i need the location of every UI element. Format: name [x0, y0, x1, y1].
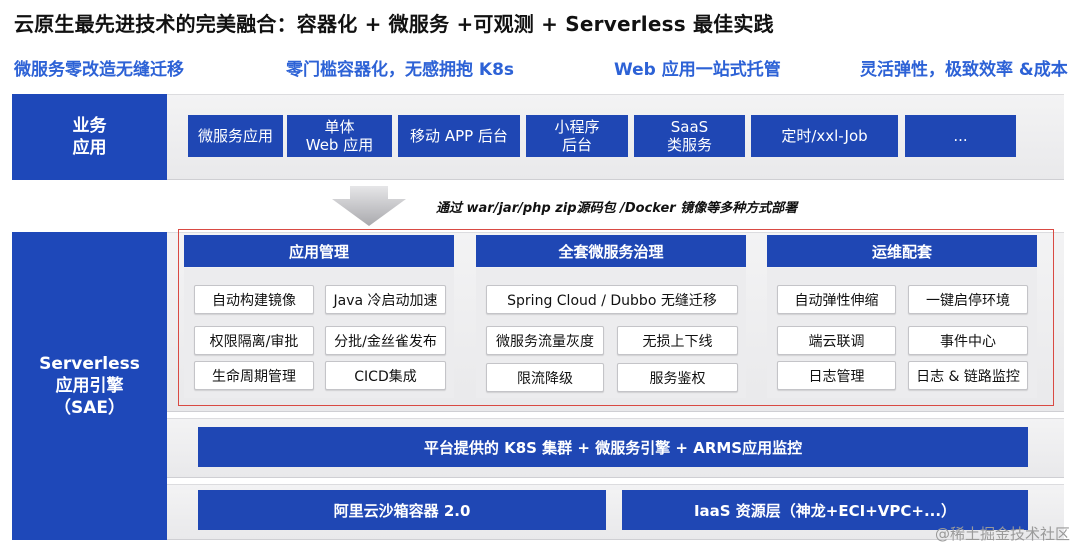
feature-cicd-integration: CICD集成: [325, 361, 446, 390]
feature-java-cold-start: Java 冷启动加速: [325, 285, 446, 314]
feature-seamless-migration: Spring Cloud / Dubbo 无缝迁移: [486, 285, 738, 314]
app-tile-mini-program: 小程序 后台: [526, 115, 628, 157]
feature-one-click-env: 一键启停环境: [908, 285, 1028, 314]
column-ops-support-title: 运维配套: [767, 235, 1037, 267]
tagline-microservice-migration: 微服务零改造无缝迁移: [14, 60, 184, 80]
tagline-web-hosting: Web 应用一站式托管: [614, 60, 781, 80]
page-title: 云原生最先进技术的完美融合：容器化 + 微服务 +可观测 + Serverles…: [14, 12, 774, 36]
column-microservice-governance-title: 全套微服务治理: [476, 235, 746, 267]
feature-log-trace-monitoring: 日志 & 链路监控: [908, 361, 1028, 390]
feature-traffic-grayscale: 微服务流量灰度: [486, 326, 604, 355]
deploy-arrow-icon: [332, 186, 406, 226]
feature-canary-release: 分批/金丝雀发布: [325, 326, 446, 355]
feature-auto-build-image: 自动构建镜像: [194, 285, 314, 314]
sandbox-container-bar: 阿里云沙箱容器 2.0: [198, 490, 606, 530]
app-tile-monolith-web: 单体 Web 应用: [287, 115, 392, 157]
tagline-elasticity: 灵活弹性，极致效率 &成本: [860, 60, 1068, 80]
feature-log-management: 日志管理: [777, 361, 896, 390]
tagline-containerization: 零门槛容器化，无感拥抱 K8s: [286, 60, 515, 80]
feature-event-center: 事件中心: [908, 326, 1028, 355]
feature-cloud-debugging: 端云联调: [777, 326, 896, 355]
feature-rate-limiting: 限流降级: [486, 363, 604, 392]
column-app-management-title: 应用管理: [184, 235, 454, 267]
sae-label: Serverless 应用引擎 （SAE）: [12, 232, 167, 540]
feature-service-auth: 服务鉴权: [617, 363, 738, 392]
feature-graceful-online-offline: 无损上下线: [617, 326, 738, 355]
app-tile-microservice: 微服务应用: [188, 115, 283, 157]
feature-permission-isolation: 权限隔离/审批: [194, 326, 314, 355]
watermark: @稀土掘金技术社区: [934, 525, 1070, 543]
app-tile-scheduled-job: 定时/xxl-Job: [751, 115, 898, 157]
business-app-label: 业务 应用: [12, 94, 167, 180]
deploy-note: 通过 war/jar/php zip源码包 /Docker 镜像等多种方式部署: [436, 201, 798, 216]
platform-bar: 平台提供的 K8S 集群 + 微服务引擎 + ARMS应用监控: [198, 427, 1028, 467]
feature-auto-scaling: 自动弹性伸缩: [777, 285, 896, 314]
app-tile-more: ...: [905, 115, 1016, 157]
app-tile-mobile-backend: 移动 APP 后台: [398, 115, 520, 157]
app-tile-saas: SaaS 类服务: [634, 115, 745, 157]
feature-lifecycle-management: 生命周期管理: [194, 361, 314, 390]
